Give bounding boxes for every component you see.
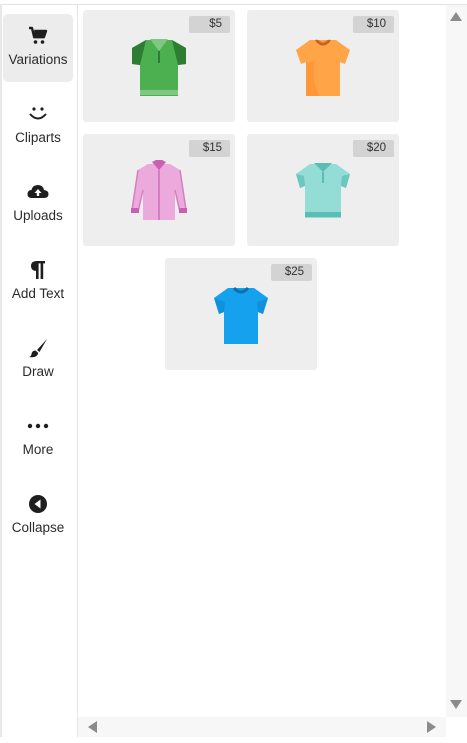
variation-card-orange-tshirt[interactable]: $10 — [247, 10, 399, 122]
sidebar-item-variations[interactable]: Variations — [3, 14, 73, 82]
variation-card-teal-polo[interactable]: $20 — [247, 134, 399, 246]
scroll-left-arrow-icon[interactable] — [88, 721, 97, 733]
more-dots-icon — [27, 415, 49, 437]
smiley-icon — [27, 103, 49, 125]
sidebar-item-add-text[interactable]: Add Text — [3, 248, 73, 316]
price-badge: $15 — [189, 140, 230, 157]
sidebar-item-label: Uploads — [13, 208, 63, 223]
sidebar-item-label: Collapse — [11, 520, 65, 535]
blue-tshirt-image — [214, 286, 268, 344]
sidebar-item-label: More — [22, 442, 54, 457]
brush-icon — [27, 337, 49, 359]
sidebar-item-draw[interactable]: Draw — [3, 326, 73, 394]
scroll-down-arrow-icon[interactable] — [450, 700, 462, 709]
cart-icon — [27, 25, 49, 47]
sidebar-item-uploads[interactable]: Uploads — [3, 170, 73, 238]
scroll-right-arrow-icon[interactable] — [427, 721, 436, 733]
price-badge: $5 — [189, 16, 230, 33]
sidebar-item-label: Cliparts — [15, 130, 61, 145]
sidebar-item-label: Draw — [22, 364, 54, 379]
variation-card-blue-tshirt[interactable]: $25 — [165, 258, 317, 370]
sidebar-item-label: Add Text — [11, 286, 65, 301]
teal-polo-shirt-image — [296, 163, 350, 218]
price-badge: $10 — [353, 16, 394, 33]
pink-dress-shirt-image — [131, 160, 187, 220]
vertical-scrollbar[interactable] — [446, 5, 467, 717]
designer-panel: Variations Cliparts Uploads Add Text Dra… — [0, 0, 467, 743]
price-badge: $25 — [271, 264, 312, 281]
tool-sidebar: Variations Cliparts Uploads Add Text Dra… — [2, 5, 78, 737]
variation-card-pink-shirt[interactable]: $15 — [83, 134, 235, 246]
scrollbar-corner — [446, 717, 467, 737]
cloud-upload-icon — [27, 181, 49, 203]
variation-card-green-polo[interactable]: $5 — [83, 10, 235, 122]
scroll-up-arrow-icon[interactable] — [450, 12, 462, 21]
pilcrow-icon — [27, 259, 49, 281]
green-polo-shirt-image — [132, 39, 186, 96]
horizontal-scrollbar[interactable] — [78, 717, 446, 737]
sidebar-item-label: Variations — [8, 52, 68, 67]
variations-grid: $5 $10 $15 $20 $25 — [78, 5, 446, 717]
collapse-left-icon — [27, 493, 49, 515]
sidebar-item-more[interactable]: More — [3, 404, 73, 472]
sidebar-item-cliparts[interactable]: Cliparts — [3, 92, 73, 160]
orange-tshirt-image — [296, 39, 350, 96]
price-badge: $20 — [353, 140, 394, 157]
sidebar-item-collapse[interactable]: Collapse — [3, 482, 73, 550]
